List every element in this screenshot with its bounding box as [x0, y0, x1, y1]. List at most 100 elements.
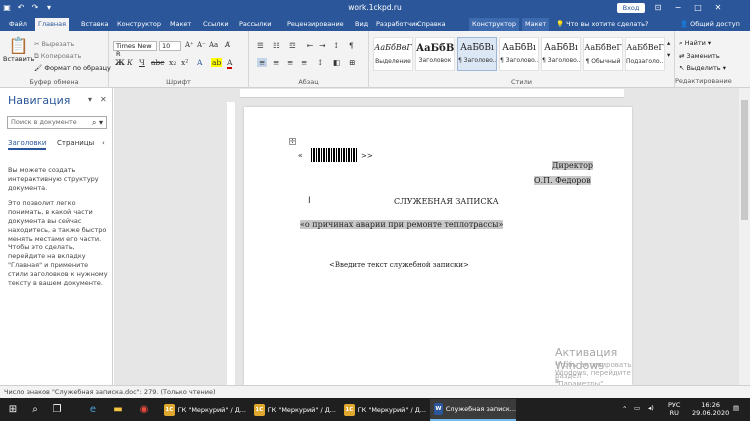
taskbar-app-1c-3[interactable]: 1C ГК "Меркурий" / Д... — [340, 399, 426, 421]
tab-design[interactable]: Конструктор — [114, 18, 164, 31]
maximize-icon[interactable]: □ — [688, 2, 708, 14]
tab-view[interactable]: Вид — [352, 18, 371, 31]
tab-pages[interactable]: Страницы — [57, 139, 94, 147]
cut-button[interactable]: ✂ Вырезать — [34, 40, 74, 48]
style-normal[interactable]: АаБбВеГ ¶ Обычный — [583, 37, 623, 71]
pane-close-icon[interactable]: ✕ — [100, 95, 107, 104]
grow-font-icon[interactable]: A⁺ — [185, 41, 194, 49]
volume-icon[interactable]: ◂) — [648, 404, 654, 412]
notifications-icon[interactable]: ▤ — [733, 404, 739, 412]
tab-references[interactable]: Ссылки — [200, 18, 232, 31]
clock[interactable]: 16:26 29.06.2020 — [692, 401, 729, 417]
borders-icon[interactable]: ⊞ — [349, 58, 355, 67]
styles-scroll-down-icon[interactable]: ▾ — [667, 51, 670, 59]
replace-button[interactable]: ⇄ Заменить — [679, 52, 720, 60]
ribbon-display-icon[interactable]: ⊡ — [648, 2, 668, 14]
language-indicator[interactable]: РУС RU — [668, 401, 680, 417]
font-name-select[interactable]: Times New R — [113, 41, 157, 58]
superscript-icon[interactable]: x² — [181, 58, 188, 67]
style-emphasis[interactable]: АаБбВвГ Выделение — [373, 37, 413, 71]
tray-expand-icon[interactable]: ⌃ — [622, 405, 627, 413]
tab-headings[interactable]: Заголовки — [8, 139, 47, 150]
multilevel-icon[interactable]: ☲ — [289, 41, 296, 50]
decrease-indent-icon[interactable]: ⇤ — [307, 41, 313, 50]
highlight-icon[interactable]: ab — [211, 58, 223, 67]
show-marks-icon[interactable]: ¶ — [349, 41, 354, 50]
bullets-icon[interactable]: ☰ — [257, 41, 264, 50]
table-move-handle-icon[interactable]: ✢ — [289, 138, 296, 145]
numbering-icon[interactable]: ☷ — [273, 41, 280, 50]
search-icon[interactable]: ⌕ ▾ — [92, 117, 103, 128]
align-left-icon[interactable]: ≡ — [257, 58, 268, 67]
bold-icon[interactable]: Ж — [115, 58, 125, 67]
tab-table-design[interactable]: Конструктор — [469, 18, 519, 31]
taskbar-app-word[interactable]: W Служебная записк... — [430, 399, 516, 421]
line-spacing-icon[interactable]: ↕ — [317, 58, 323, 67]
sort-icon[interactable]: ↕ — [333, 41, 339, 50]
director-title: Директор — [552, 161, 594, 170]
sign-in-button[interactable]: Вход — [617, 3, 645, 13]
navigation-search-input[interactable]: Поиск в документе ⌕ ▾ — [7, 116, 107, 129]
tab-review[interactable]: Рецензирование — [284, 18, 347, 31]
style-heading-3[interactable]: АаБбВı ¶ Заголово... — [541, 37, 581, 71]
paste-button[interactable]: 📋 Вставить — [3, 37, 34, 64]
vertical-scrollbar[interactable] — [739, 88, 750, 385]
style-name: ¶ Заголово... — [500, 57, 538, 64]
pane-options-icon[interactable]: ▾ — [88, 95, 92, 104]
share-button[interactable]: 👤 Общий доступ — [680, 18, 740, 30]
justify-icon[interactable]: ≡ — [301, 58, 307, 67]
file-explorer-icon[interactable]: ▬ — [111, 402, 125, 416]
document-heading: СЛУЖЕБНАЯ ЗАПИСКА — [394, 197, 499, 206]
shrink-font-icon[interactable]: A⁻ — [197, 41, 206, 49]
taskbar-app-1c-2[interactable]: 1C ГК "Меркурий" / Д... — [250, 399, 336, 421]
taskbar-app-1c-1[interactable]: 1C ГК "Меркурий" / Д... — [160, 399, 246, 421]
edge-icon[interactable]: e — [86, 402, 100, 416]
tab-file[interactable]: Файл — [6, 18, 30, 31]
tab-home[interactable]: Главная — [35, 18, 70, 31]
style-heading-2[interactable]: АаБбВı ¶ Заголово... — [499, 37, 539, 71]
horizontal-ruler[interactable] — [240, 89, 624, 98]
minimize-icon[interactable]: − — [668, 2, 688, 14]
tab-mailings[interactable]: Рассылки — [236, 18, 275, 31]
search-icon: ⌕ — [679, 39, 683, 47]
subscript-icon[interactable]: x₂ — [169, 58, 176, 67]
tab-table-layout[interactable]: Макет — [522, 18, 550, 31]
change-case-icon[interactable]: Aa — [209, 41, 218, 49]
align-center-icon[interactable]: ≡ — [273, 58, 279, 67]
tab-layout[interactable]: Макет — [167, 18, 194, 31]
style-heading-1[interactable]: АаБбВı ¶ Заголово... — [457, 37, 497, 71]
clear-format-icon[interactable]: A̸ — [225, 41, 230, 49]
italic-icon[interactable]: К — [127, 58, 133, 67]
increase-indent-icon[interactable]: ⇥ — [319, 41, 325, 50]
underline-icon[interactable]: Ч — [139, 58, 145, 67]
tab-insert[interactable]: Вставка — [78, 18, 112, 31]
close-icon[interactable]: ✕ — [708, 2, 728, 14]
style-sample: АаБбВеГ — [626, 43, 664, 52]
task-view-icon[interactable]: ❐ — [50, 402, 64, 416]
font-color-icon[interactable]: A — [227, 58, 233, 69]
tell-me-search[interactable]: 💡 Что вы хотите сделать? — [556, 18, 648, 30]
barcode-open-quote: « — [298, 151, 303, 160]
tab-results-icon[interactable]: ‹ — [102, 139, 105, 147]
find-button[interactable]: ⌕ Найти ▾ — [679, 39, 711, 48]
search-icon[interactable]: ⌕ — [28, 402, 42, 416]
text-effects-icon[interactable]: A — [197, 58, 202, 67]
windows-start-icon[interactable]: ⊞ — [6, 402, 20, 416]
select-button[interactable]: ↖ Выделить ▾ — [679, 64, 726, 72]
clipboard-group: 📋 Вставить ✂ Вырезать ⧉ Копировать 🖌 Фор… — [0, 31, 111, 88]
style-subtitle[interactable]: АаБбВеГ Подзаголо... — [625, 37, 665, 71]
style-title[interactable]: АаБбВ Заголовок — [415, 37, 455, 71]
tab-help[interactable]: Справка — [414, 18, 449, 31]
align-right-icon[interactable]: ≡ — [287, 58, 293, 67]
shading-icon[interactable]: ◧ — [333, 58, 340, 67]
format-painter-button[interactable]: 🖌 Формат по образцу — [34, 64, 111, 72]
scrollbar-thumb[interactable] — [741, 100, 748, 220]
chrome-icon[interactable]: ◉ — [137, 402, 151, 416]
font-size-select[interactable]: 10 — [159, 41, 181, 51]
strikethrough-icon[interactable]: abc — [151, 58, 164, 67]
document-page[interactable]: ✢ « >> Директор О.П. Федоров СЛУЖЕБНАЯ З… — [244, 107, 632, 388]
copy-button[interactable]: ⧉ Копировать — [34, 52, 81, 61]
network-icon[interactable]: ▭ — [634, 404, 640, 412]
styles-scroll-up-icon[interactable]: ▴ — [667, 39, 670, 47]
vertical-ruler[interactable] — [227, 102, 235, 385]
